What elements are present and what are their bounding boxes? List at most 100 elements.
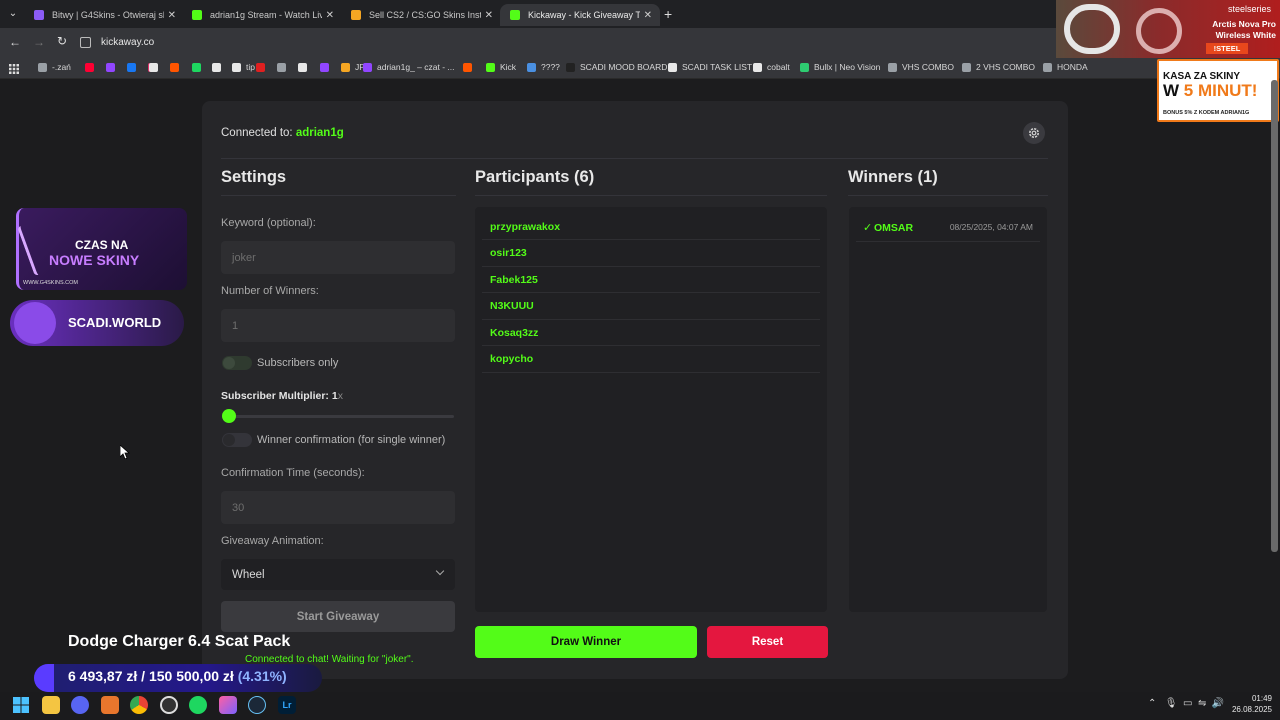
reload-icon[interactable]: ↻: [57, 34, 67, 48]
taskbar-time: 01:49: [1251, 694, 1272, 703]
site-info-icon[interactable]: [80, 36, 91, 48]
bookmark-item[interactable]: VHS COMBO: [888, 60, 954, 74]
bookmark-item[interactable]: [85, 60, 99, 74]
page-scrollbar[interactable]: [1271, 80, 1278, 552]
apps-grid-icon[interactable]: [9, 61, 19, 74]
winners-list: [849, 207, 1047, 612]
bookmark-favicon-icon: [38, 62, 47, 72]
bookmark-item[interactable]: -.zań: [38, 60, 71, 74]
bookmark-item[interactable]: [298, 60, 312, 74]
winner-confirmation-toggle[interactable]: [222, 433, 252, 447]
bookmark-label: Kick: [500, 62, 517, 72]
close-tab-icon[interactable]: ✕: [168, 10, 176, 21]
scadi-mascot-icon: [14, 302, 56, 344]
winners-count-label: Number of Winners:: [221, 285, 319, 297]
browser-tab[interactable]: adrian1g Stream - Watch Live on Kick ✕: [182, 4, 342, 26]
bookmark-item[interactable]: ????: [527, 60, 560, 74]
goal-amounts: 6 493,87 zł / 150 500,00 zł (4.31%): [68, 668, 287, 684]
url-field[interactable]: kickaway.co: [80, 33, 680, 51]
bookmark-item[interactable]: 2 VHS COMBO: [962, 60, 1035, 74]
bookmark-item[interactable]: Kick: [486, 60, 516, 74]
bookmark-item[interactable]: [192, 60, 206, 74]
start-giveaway-button[interactable]: Start Giveaway: [221, 601, 455, 632]
photos-icon[interactable]: [219, 696, 237, 714]
bookmark-item[interactable]: cobalt: [753, 60, 790, 74]
bookmark-favicon-icon: [463, 62, 472, 72]
winners-count-input[interactable]: 1: [221, 309, 455, 342]
bookmark-item[interactable]: SCADI TASK LIST: [668, 60, 752, 74]
goal-progress-fill: [34, 664, 54, 692]
bookmark-item[interactable]: JP: [341, 60, 365, 74]
bookmark-label: tip: [246, 62, 255, 72]
subscribers-only-toggle[interactable]: [222, 356, 252, 370]
bookmark-favicon-icon: [212, 62, 221, 72]
winners-title: Winners (1): [848, 168, 938, 186]
close-tab-icon[interactable]: ✕: [326, 10, 334, 21]
reset-button[interactable]: Reset: [707, 626, 828, 658]
spotify-icon[interactable]: [189, 696, 207, 714]
taskbar-date: 26.08.2025: [1231, 705, 1272, 714]
file-explorer-icon[interactable]: [42, 696, 60, 714]
bookmark-favicon-icon: [363, 62, 372, 72]
bookmark-item[interactable]: [149, 60, 163, 74]
winner-name: OMSAR: [874, 222, 914, 234]
animation-select[interactable]: Wheel: [221, 559, 455, 590]
steelseries-product-2: Wireless White: [1215, 30, 1276, 40]
bookmark-item[interactable]: [463, 60, 477, 74]
draw-winner-button[interactable]: Draw Winner: [475, 626, 697, 658]
bookmark-item[interactable]: [320, 60, 334, 74]
bookmark-label: SCADI MOOD BOARD: [580, 62, 668, 72]
browser-tab[interactable]: Kickaway - Kick Giveaway Tool ✕: [500, 4, 660, 26]
reset-label: Reset: [751, 636, 784, 648]
back-icon[interactable]: ←: [9, 35, 21, 49]
browser-tab[interactable]: Bitwy | G4Skins - Otwieraj skrzynki ✕: [24, 4, 184, 26]
bookmark-item[interactable]: Bullx | Neo Vision: [800, 60, 880, 74]
participants-title: Participants (6): [475, 168, 595, 186]
bookmark-favicon-icon: [486, 62, 495, 72]
participant-row: N3KUUU: [482, 294, 820, 320]
multiplier-slider-handle[interactable]: [222, 409, 236, 423]
bookmark-item[interactable]: [106, 60, 120, 74]
bookmark-item[interactable]: HONDA: [1043, 60, 1088, 74]
obs-icon[interactable]: [160, 696, 178, 714]
gear-icon[interactable]: [1023, 122, 1045, 144]
bookmark-item[interactable]: SCADI MOOD BOARD: [566, 60, 667, 74]
winner-row: ✓ OMSAR 08/25/2025, 04:07 AM: [856, 213, 1040, 242]
tray-icons[interactable]: ⌃ 🎙 ▭ ⇋ 🔊: [1148, 698, 1224, 709]
steelseries-brand: steelseries: [1227, 4, 1271, 14]
participant-name: przyprawakox: [490, 220, 561, 233]
windows-start-icon[interactable]: [13, 697, 29, 713]
bookmark-item[interactable]: [212, 60, 226, 74]
close-tab-icon[interactable]: ✕: [644, 10, 652, 21]
participant-row: Kosaq3zz: [482, 320, 820, 346]
forward-icon[interactable]: →: [33, 35, 45, 49]
goal-total: 150 500,00 zł: [148, 668, 234, 684]
steam-icon[interactable]: [248, 696, 266, 714]
browser-tab[interactable]: Sell CS2 / CS:GO Skins Instantly ✕: [341, 4, 501, 26]
bookmark-item[interactable]: [277, 60, 291, 74]
bookmark-item[interactable]: adrian1g_ – czat - ...: [363, 60, 455, 74]
bookmark-item[interactable]: [256, 60, 270, 74]
g4skins-line-1: CZAS NA: [75, 238, 129, 252]
tab-title: adrian1g Stream - Watch Live on Kick: [210, 10, 322, 20]
bookmark-label: cobalt: [767, 62, 790, 72]
goal-slash: /: [141, 668, 146, 684]
keyword-input[interactable]: joker: [221, 241, 455, 274]
multiplier-slider-track[interactable]: [229, 415, 454, 418]
discord-icon[interactable]: [71, 696, 89, 714]
new-tab-button[interactable]: +: [664, 6, 672, 22]
close-tab-icon[interactable]: ✕: [485, 10, 493, 21]
bookmark-label: VHS COMBO: [902, 62, 954, 72]
g4skins-ad: CZAS NA NOWE SKINY WWW.G4SKINS.COM: [16, 208, 187, 290]
confirmation-time-input[interactable]: 30: [221, 491, 455, 524]
kasa-ad: KASA ZA SKINY W 5 MINUT! BONUS 5% Z KODE…: [1157, 59, 1279, 122]
lightroom-icon[interactable]: Lr: [278, 696, 296, 714]
participant-row: kopycho: [482, 347, 820, 373]
chrome-icon[interactable]: [130, 696, 148, 714]
bookmark-item[interactable]: [127, 60, 141, 74]
bookmark-favicon-icon: [888, 62, 897, 72]
bookmark-item[interactable]: tip: [232, 60, 255, 74]
bookmark-item[interactable]: [170, 60, 184, 74]
app-orange-icon[interactable]: [101, 696, 119, 714]
tab-search-button[interactable]: ⌄: [6, 7, 20, 21]
